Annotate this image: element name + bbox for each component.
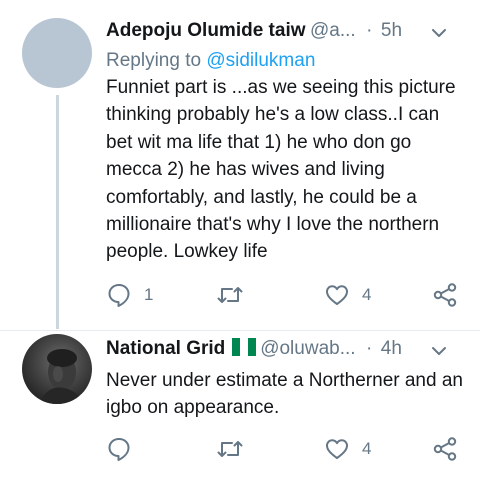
tweet-2[interactable]: National Grid @oluwab... · 4h Never unde…: [0, 0, 480, 484]
reply-button[interactable]: [106, 436, 144, 462]
tweet-text: Never under estimate a Northerner and an…: [106, 370, 463, 419]
share-button[interactable]: [432, 436, 458, 462]
nigeria-flag-icon: [231, 338, 256, 356]
author-name[interactable]: National Grid: [106, 338, 225, 359]
author-handle[interactable]: @oluwab...: [260, 338, 355, 359]
tweet-actions: 4: [106, 436, 466, 464]
chevron-down-icon[interactable]: [430, 342, 448, 360]
separator: ·: [366, 338, 373, 359]
speech-bubble-icon: [106, 436, 132, 462]
heart-icon: [324, 436, 350, 462]
share-icon: [432, 436, 458, 462]
timestamp[interactable]: 4h: [381, 338, 402, 359]
retweet-icon: [216, 436, 244, 462]
avatar[interactable]: [22, 334, 92, 404]
like-button[interactable]: 4: [324, 436, 371, 462]
like-count: 4: [362, 439, 372, 458]
retweet-button[interactable]: [216, 436, 256, 462]
tweet-header: National Grid @oluwab... · 4h: [106, 338, 460, 368]
